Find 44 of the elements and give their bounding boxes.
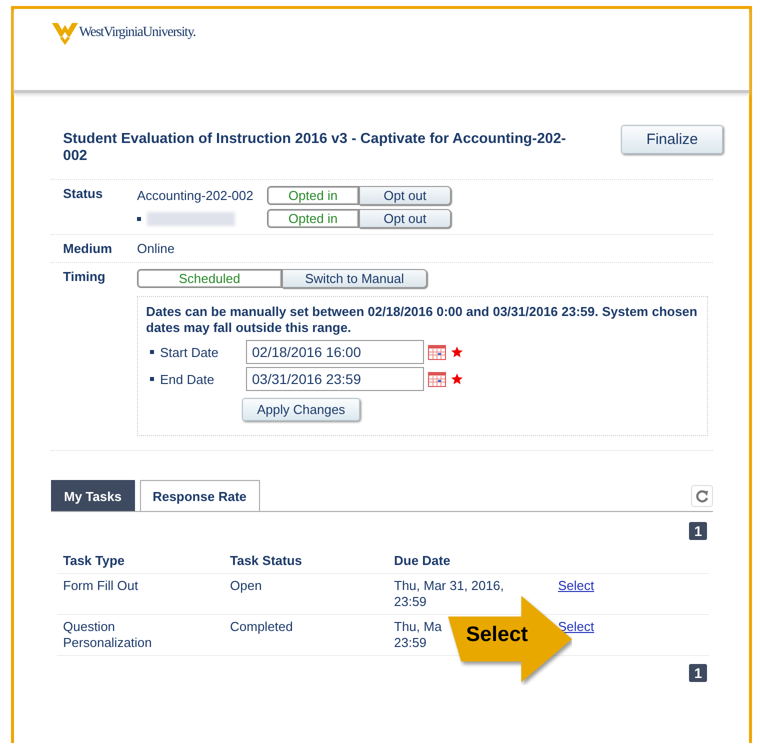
field-label: Medium	[63, 241, 114, 256]
medium-value: Online	[137, 241, 175, 256]
logo-text: WestVirginiaUniversity.	[79, 25, 196, 41]
tab[interactable]: My Tasks	[51, 480, 135, 511]
toggle-option[interactable]: Opt out	[359, 186, 451, 205]
page-number[interactable]: 1	[689, 522, 707, 540]
table-cell: Thu, Mar 31, 2016, 23:59	[394, 578, 504, 609]
date-input[interactable]: 03/31/2016 23:59	[246, 367, 424, 391]
date-label: End Date	[160, 372, 216, 386]
table-cell: Open	[230, 578, 262, 593]
finalize-button[interactable]: Finalize	[621, 125, 723, 154]
bullet-icon	[150, 377, 154, 381]
column-header: Task Status	[224, 548, 388, 574]
toggle-option[interactable]: Opted in	[267, 186, 359, 205]
logo-icon	[52, 21, 78, 45]
page-number[interactable]: 1	[689, 664, 707, 682]
tab[interactable]: Response Rate	[140, 480, 260, 511]
toggle-option[interactable]: Opted in	[267, 209, 359, 228]
table-cell-text: Form Fill Out	[63, 578, 140, 594]
course-name: Accounting-202-002	[137, 188, 254, 203]
date-label: Start Date	[160, 344, 220, 360]
table-cell-text: Question Personalization	[63, 619, 153, 651]
calendar-icon[interactable]	[428, 371, 446, 387]
table-cell: Completed	[230, 619, 293, 634]
toggle-option[interactable]: Opt out	[359, 209, 451, 228]
refresh-icon	[695, 489, 709, 503]
field-label: Status	[63, 186, 104, 203]
select-link[interactable]: Select	[558, 578, 594, 593]
bullet-icon	[137, 217, 141, 222]
date-range-note: Dates can be manually set between 02/18/2016 0:00 and 03/31/2016 23:59. System chosen dates may fall outside this range.	[146, 304, 698, 336]
calendar-icon[interactable]	[428, 344, 446, 360]
toggle-option[interactable]: Scheduled	[137, 269, 282, 288]
column-header: Due Date	[388, 548, 552, 574]
select-link[interactable]: Select	[558, 619, 594, 634]
table-cell: Thu, Ma 23:59	[394, 619, 442, 650]
bullet-icon	[150, 350, 154, 354]
toggle-option[interactable]: Switch to Manual	[282, 269, 427, 288]
evaluation-title: Student Evaluation of Instruction 2016 v3 - Captivate for Accounting-202-002	[63, 131, 568, 165]
callout-text: Select	[466, 623, 528, 647]
column-header: Task Type	[57, 548, 224, 574]
field-label: Timing	[63, 269, 106, 286]
apply-changes-button[interactable]: Apply Changes	[242, 398, 360, 421]
date-input[interactable]: 02/18/2016 16:00	[246, 340, 424, 364]
refresh-button[interactable]	[691, 485, 713, 507]
